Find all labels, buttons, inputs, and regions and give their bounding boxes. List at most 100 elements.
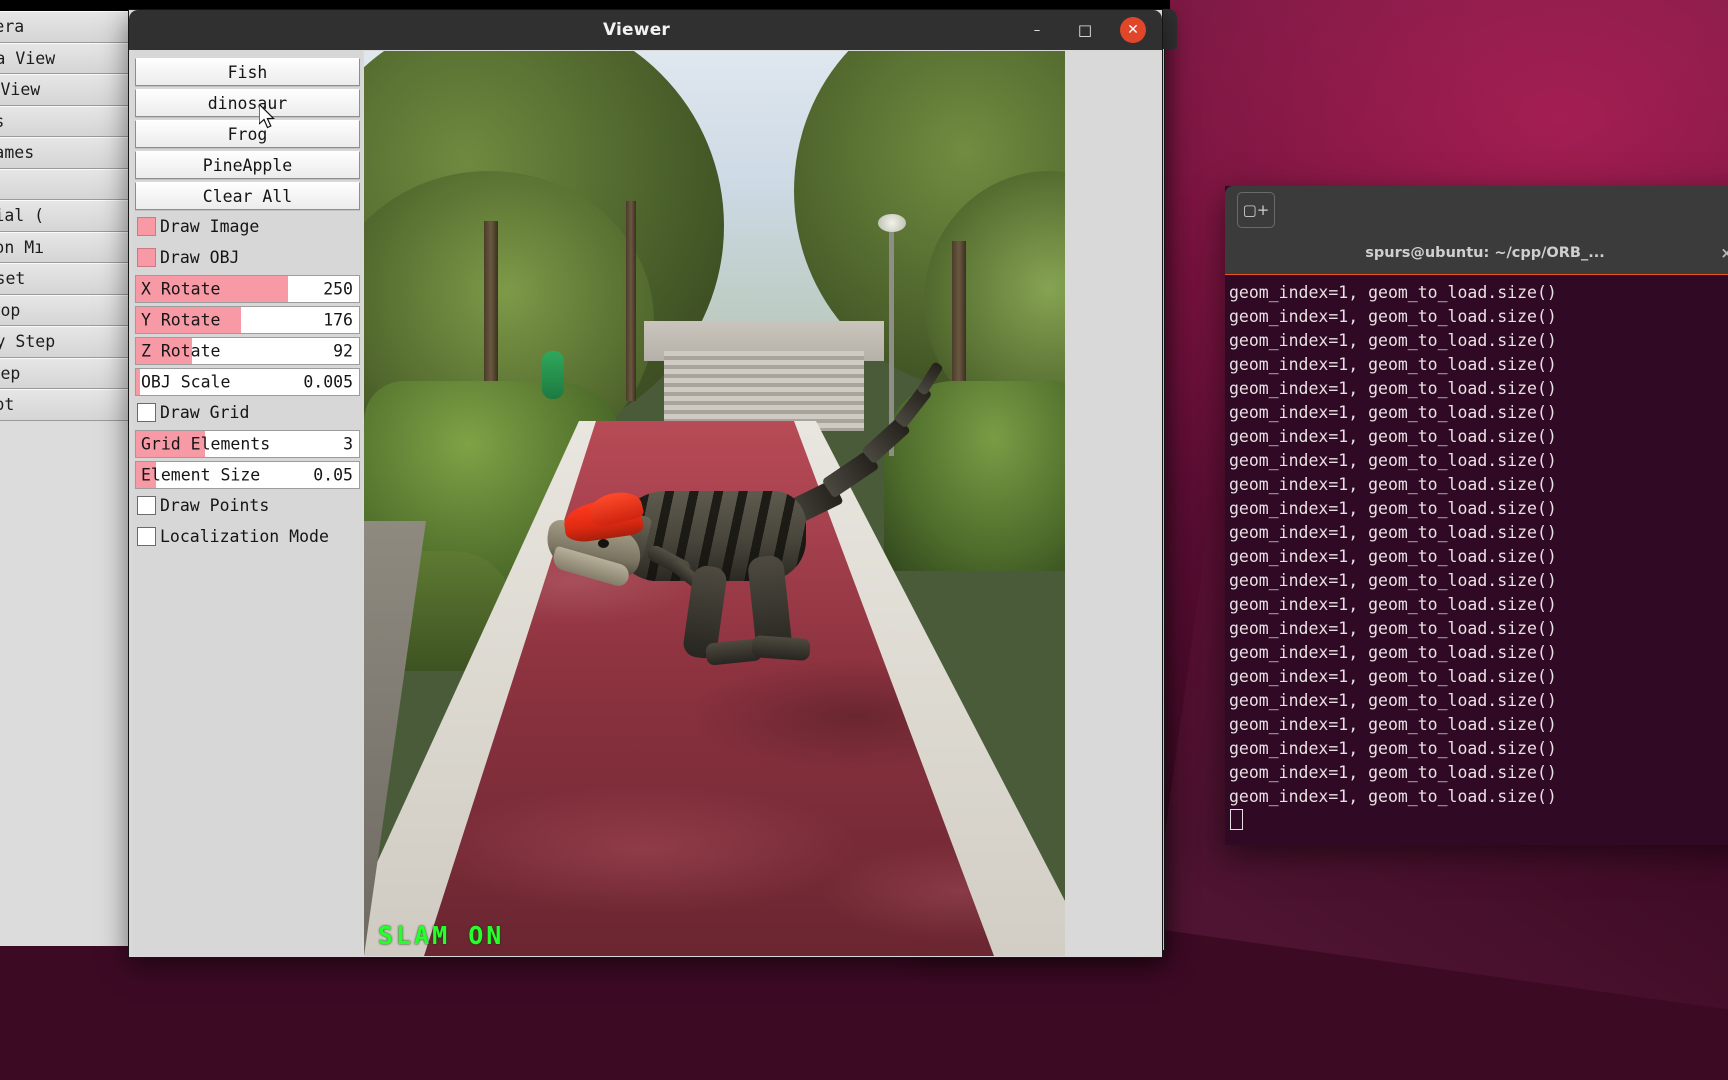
close-icon[interactable]: × xyxy=(1720,244,1728,262)
terminal-tab-label: spurs@ubuntu: ~/cpp/ORB_... xyxy=(1365,244,1605,261)
grid-elements-slider[interactable]: Grid Elements 3 xyxy=(135,430,360,458)
sidebar-item-show-inertial-graph[interactable]: how Inertial ( xyxy=(0,200,129,232)
slider-label: Y Rotate xyxy=(141,310,221,330)
draw-obj-checkbox[interactable]: Draw OBJ xyxy=(135,244,360,270)
sidebar-label: Top View xyxy=(0,80,41,100)
sidebar-item-stop[interactable]: Stop xyxy=(0,294,129,326)
checkbox-icon[interactable] xyxy=(137,216,156,236)
button-row-frog: Frog xyxy=(135,120,360,148)
terminal-line: geom_index=1, geom_to_load.size() xyxy=(1229,523,1557,542)
terminal-header: ▢+ xyxy=(1225,186,1728,233)
sidebar-item-top-view[interactable]: Top View xyxy=(0,74,129,106)
window-controls: – □ ✕ xyxy=(1024,17,1162,43)
slider-row-obj-scale: OBJ Scale 0.005 xyxy=(135,368,360,396)
checkbox-icon[interactable] xyxy=(137,495,156,515)
obj-scale-slider[interactable]: OBJ Scale 0.005 xyxy=(135,368,360,396)
draw-grid-checkbox[interactable]: Draw Grid xyxy=(135,399,360,425)
terminal-line: geom_index=1, geom_to_load.size() xyxy=(1229,595,1557,614)
terminal-prompt-line xyxy=(1229,809,1728,834)
z-rotate-slider[interactable]: Z Rotate 92 xyxy=(135,337,360,365)
dinosaur-button[interactable]: dinosaur xyxy=(135,89,360,117)
localization-mode-checkbox[interactable]: Localization Mode xyxy=(135,523,360,549)
terminal-line: geom_index=1, geom_to_load.size() xyxy=(1229,475,1557,494)
sidebar-label: ocalization Mı xyxy=(0,237,45,257)
terminal-output[interactable]: geom_index=1, geom_to_load.size() geom_i… xyxy=(1225,275,1728,845)
sidebar-item-show-points[interactable]: how Points xyxy=(0,105,129,137)
sidebar-label: Camera View xyxy=(0,48,56,68)
sidebar-item-step[interactable]: Step xyxy=(0,357,129,389)
checkbox-row-draw-obj: Draw OBJ xyxy=(135,244,360,270)
terminal-line: geom_index=1, geom_to_load.size() xyxy=(1229,379,1557,398)
sidebar-label: Reset xyxy=(0,269,26,289)
slider-row-x-rotate: X Rotate 250 xyxy=(135,275,360,303)
obj-control-panel: Fish dinosaur Frog PineApple Clear All D… xyxy=(133,50,362,956)
terminal-line: geom_index=1, geom_to_load.size() xyxy=(1229,787,1557,806)
checkbox-icon[interactable] xyxy=(137,247,156,267)
fish-button[interactable]: Fish xyxy=(135,58,360,86)
sidebar-label: how KeyFrames xyxy=(0,143,35,163)
minimize-icon[interactable]: – xyxy=(1024,17,1050,43)
sidebar-item-show-keyframes[interactable]: how KeyFrames xyxy=(0,137,129,169)
terminal-line: geom_index=1, geom_to_load.size() xyxy=(1229,499,1557,518)
element-size-slider[interactable]: Element Size 0.05 xyxy=(135,461,360,489)
terminal-line: geom_index=1, geom_to_load.size() xyxy=(1229,643,1557,662)
sidebar-item-camera-view[interactable]: Camera View xyxy=(0,42,129,74)
maximize-icon[interactable]: □ xyxy=(1072,17,1098,43)
sidebar-item-show-lba-opt[interactable]: how LBA opt xyxy=(0,389,129,421)
sidebar-label: tep By Step xyxy=(0,332,56,352)
checkbox-icon[interactable] xyxy=(137,526,156,546)
checkbox-row-draw-points: Draw Points xyxy=(135,492,360,518)
sidebar-item-reset[interactable]: Reset xyxy=(0,263,129,295)
slider-value: 250 xyxy=(323,279,353,299)
sidebar-label: how LBA opt xyxy=(0,395,15,415)
draw-points-checkbox[interactable]: Draw Points xyxy=(135,492,360,518)
terminal-line: geom_index=1, geom_to_load.size() xyxy=(1229,451,1557,470)
new-tab-icon[interactable]: ▢+ xyxy=(1237,191,1275,228)
x-rotate-slider[interactable]: X Rotate 250 xyxy=(135,275,360,303)
slam-status-overlay: SLAM ON xyxy=(378,921,505,950)
sidebar-label: Step xyxy=(0,363,21,383)
checkbox-row-localization-mode: Localization Mode xyxy=(135,523,360,549)
close-icon[interactable]: ✕ xyxy=(1120,17,1146,43)
ar-dinosaur-model xyxy=(542,341,944,721)
button-row-fish: Fish xyxy=(135,58,360,86)
checkbox-label: Draw Image xyxy=(160,216,260,236)
viewer-window[interactable]: Viewer – □ ✕ Fish dinosaur Frog PineAppl… xyxy=(128,9,1163,958)
sidebar-label: ollow Camera xyxy=(0,17,25,37)
y-rotate-slider[interactable]: Y Rotate 176 xyxy=(135,306,360,334)
terminal-tab[interactable]: spurs@ubuntu: ~/cpp/ORB_... × xyxy=(1225,232,1728,277)
terminal-line: geom_index=1, geom_to_load.size() xyxy=(1229,427,1557,446)
clear-all-button[interactable]: Clear All xyxy=(135,182,360,210)
checkbox-label: Draw Grid xyxy=(160,402,250,422)
dinosaur-foot xyxy=(751,635,811,661)
terminal-line: geom_index=1, geom_to_load.size() xyxy=(1229,739,1557,758)
sidebar-item-show-graph[interactable]: how Graph xyxy=(0,168,129,200)
terminal-tab-bar: spurs@ubuntu: ~/cpp/ORB_... × xyxy=(1225,232,1728,277)
terminal-line: geom_index=1, geom_to_load.size() xyxy=(1229,283,1557,302)
checkbox-icon[interactable] xyxy=(137,402,156,422)
sidebar-item-follow-camera[interactable]: ollow Camera xyxy=(0,11,129,43)
slider-value: 176 xyxy=(323,310,353,330)
lamp-head xyxy=(878,214,906,232)
slider-label: Grid Elements xyxy=(141,434,271,454)
dinosaur-tail xyxy=(778,361,944,529)
slider-value: 0.005 xyxy=(303,372,353,392)
button-label: PineApple xyxy=(202,155,293,175)
sidebar-item-localization-mode[interactable]: ocalization Mı xyxy=(0,231,129,263)
sidebar-label: how Inertial ( xyxy=(0,206,45,226)
window-title: Viewer xyxy=(602,20,671,40)
pineapple-button[interactable]: PineApple xyxy=(135,151,360,179)
button-row-dinosaur: dinosaur xyxy=(135,89,360,117)
viewer-titlebar[interactable]: Viewer – □ ✕ xyxy=(129,10,1162,50)
terminal-window[interactable]: ▢+ spurs@ubuntu: ~/cpp/ORB_... × geom_in… xyxy=(1225,186,1728,845)
frog-button[interactable]: Frog xyxy=(135,120,360,148)
button-row-clear-all: Clear All xyxy=(135,182,360,210)
ar-camera-view[interactable]: SLAM ON xyxy=(364,51,1065,956)
terminal-line: geom_index=1, geom_to_load.size() xyxy=(1229,307,1557,326)
draw-image-checkbox[interactable]: Draw Image xyxy=(135,213,360,239)
terminal-line: geom_index=1, geom_to_load.size() xyxy=(1229,331,1557,350)
button-label: Clear All xyxy=(202,186,293,206)
slam-left-panel-inner: ollow Camera Camera View Top View how Po… xyxy=(0,11,129,421)
terminal-line: geom_index=1, geom_to_load.size() xyxy=(1229,571,1557,590)
sidebar-item-step-by-step[interactable]: tep By Step xyxy=(0,326,129,358)
